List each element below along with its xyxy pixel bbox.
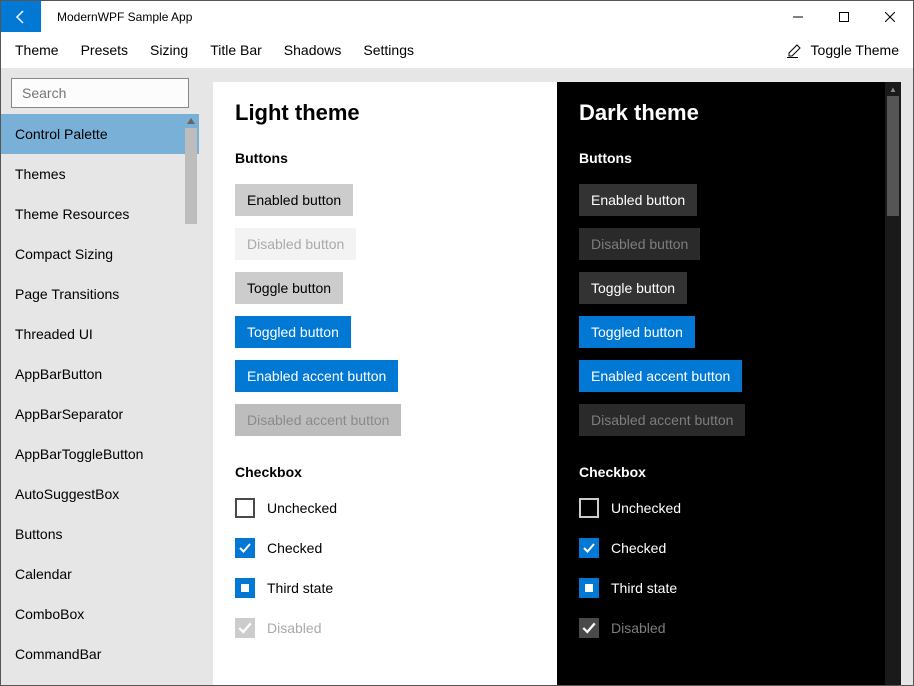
menu-shadows[interactable]: Shadows xyxy=(284,42,342,58)
sidebar-item[interactable]: Control Palette xyxy=(1,114,199,154)
sidebar-item[interactable]: Themes xyxy=(1,154,199,194)
checkbox-unchecked[interactable]: Unchecked xyxy=(579,498,879,518)
checkbox-checked[interactable]: Checked xyxy=(235,538,535,558)
checkbox-unchecked[interactable]: Unchecked xyxy=(235,498,535,518)
buttons-header: Buttons xyxy=(235,150,535,166)
checkbox-checked-icon xyxy=(579,538,599,558)
sidebar-item[interactable]: CommandBar xyxy=(1,634,199,674)
checkbox-disabled-icon xyxy=(579,618,599,638)
nav-list[interactable]: Control PaletteThemesTheme ResourcesComp… xyxy=(1,114,199,685)
disabled-button: Disabled button xyxy=(235,228,356,260)
close-button[interactable] xyxy=(867,1,913,32)
toggle-button[interactable]: Toggle button xyxy=(235,272,343,304)
checkbox-checked[interactable]: Checked xyxy=(579,538,879,558)
toggle-theme-button[interactable]: Toggle Theme xyxy=(787,42,899,58)
sidebar-item[interactable]: Theme Resources xyxy=(1,194,199,234)
scroll-up-icon[interactable]: ▲ xyxy=(885,82,901,96)
checkbox-label: Unchecked xyxy=(611,500,681,516)
checkbox-label: Unchecked xyxy=(267,500,337,516)
menu-theme[interactable]: Theme xyxy=(15,42,59,58)
enabled-button[interactable]: Enabled button xyxy=(235,184,353,216)
sidebar-item[interactable]: AppBarToggleButton xyxy=(1,434,199,474)
checkbox-label: Disabled xyxy=(267,620,321,636)
checkbox-checked-icon xyxy=(235,538,255,558)
menu-titlebar[interactable]: Title Bar xyxy=(210,42,262,58)
accent-button[interactable]: Enabled accent button xyxy=(579,360,742,392)
scroll-thumb[interactable] xyxy=(887,96,899,216)
scroll-thumb[interactable] xyxy=(185,128,197,224)
content-scrollbar[interactable]: ▲ xyxy=(885,82,901,685)
scroll-up-icon[interactable] xyxy=(183,114,199,128)
checkbox-third-icon xyxy=(579,578,599,598)
buttons-header: Buttons xyxy=(579,150,879,166)
arrow-left-icon xyxy=(13,9,29,25)
light-theme-title: Light theme xyxy=(235,100,535,126)
checkbox-label: Third state xyxy=(267,580,333,596)
checkbox-third[interactable]: Third state xyxy=(579,578,879,598)
accent-button[interactable]: Enabled accent button xyxy=(235,360,398,392)
checkbox-box-icon xyxy=(579,498,599,518)
checkbox-label: Checked xyxy=(267,540,322,556)
titlebar: ModernWPF Sample App xyxy=(1,1,913,32)
checkbox-header: Checkbox xyxy=(235,464,535,480)
menu-presets[interactable]: Presets xyxy=(81,42,128,58)
checkbox-label: Disabled xyxy=(611,620,665,636)
menu-sizing[interactable]: Sizing xyxy=(150,42,188,58)
sidebar-item[interactable]: Threaded UI xyxy=(1,314,199,354)
toggled-button[interactable]: Toggled button xyxy=(235,316,351,348)
accent-disabled-button: Disabled accent button xyxy=(235,404,401,436)
minimize-icon xyxy=(793,12,803,22)
checkbox-label: Third state xyxy=(611,580,677,596)
sidebar-item[interactable]: Page Transitions xyxy=(1,274,199,314)
dark-theme-panel: ▲ Dark theme Buttons Enabled button Disa… xyxy=(557,82,901,685)
sidebar-item[interactable]: Buttons xyxy=(1,514,199,554)
disabled-button: Disabled button xyxy=(579,228,700,260)
edit-icon xyxy=(787,42,803,58)
toggle-button[interactable]: Toggle button xyxy=(579,272,687,304)
sidebar-item[interactable]: AppBarButton xyxy=(1,354,199,394)
sidebar-item[interactable]: AppBarSeparator xyxy=(1,394,199,434)
toggled-button[interactable]: Toggled button xyxy=(579,316,695,348)
search-input[interactable] xyxy=(20,84,205,102)
toggle-theme-label: Toggle Theme xyxy=(811,42,899,58)
sidebar-item[interactable]: ComboBox xyxy=(1,594,199,634)
checkbox-header: Checkbox xyxy=(579,464,879,480)
menubar: Theme Presets Sizing Title Bar Shadows S… xyxy=(1,32,913,68)
checkbox-disabled: Disabled xyxy=(235,618,535,638)
sidebar-item[interactable]: Calendar xyxy=(1,554,199,594)
sidebar-item[interactable]: AutoSuggestBox xyxy=(1,474,199,514)
accent-disabled-button: Disabled accent button xyxy=(579,404,745,436)
checkbox-disabled-icon xyxy=(235,618,255,638)
back-button[interactable] xyxy=(1,1,41,32)
window-title: ModernWPF Sample App xyxy=(57,10,192,24)
sidebar-item[interactable]: Compact Sizing xyxy=(1,234,199,274)
enabled-button[interactable]: Enabled button xyxy=(579,184,697,216)
dark-theme-title: Dark theme xyxy=(579,100,879,126)
light-theme-panel: Light theme Buttons Enabled button Disab… xyxy=(213,82,557,685)
checkbox-box-icon xyxy=(235,498,255,518)
checkbox-disabled: Disabled xyxy=(579,618,879,638)
sidebar-scrollbar[interactable] xyxy=(183,114,199,685)
sidebar: Control PaletteThemesTheme ResourcesComp… xyxy=(1,68,199,685)
search-box[interactable] xyxy=(11,78,189,108)
menu-settings[interactable]: Settings xyxy=(363,42,414,58)
minimize-button[interactable] xyxy=(775,1,821,32)
checkbox-third[interactable]: Third state xyxy=(235,578,535,598)
close-icon xyxy=(885,12,895,22)
checkbox-label: Checked xyxy=(611,540,666,556)
maximize-button[interactable] xyxy=(821,1,867,32)
checkbox-third-icon xyxy=(235,578,255,598)
maximize-icon xyxy=(839,12,849,22)
